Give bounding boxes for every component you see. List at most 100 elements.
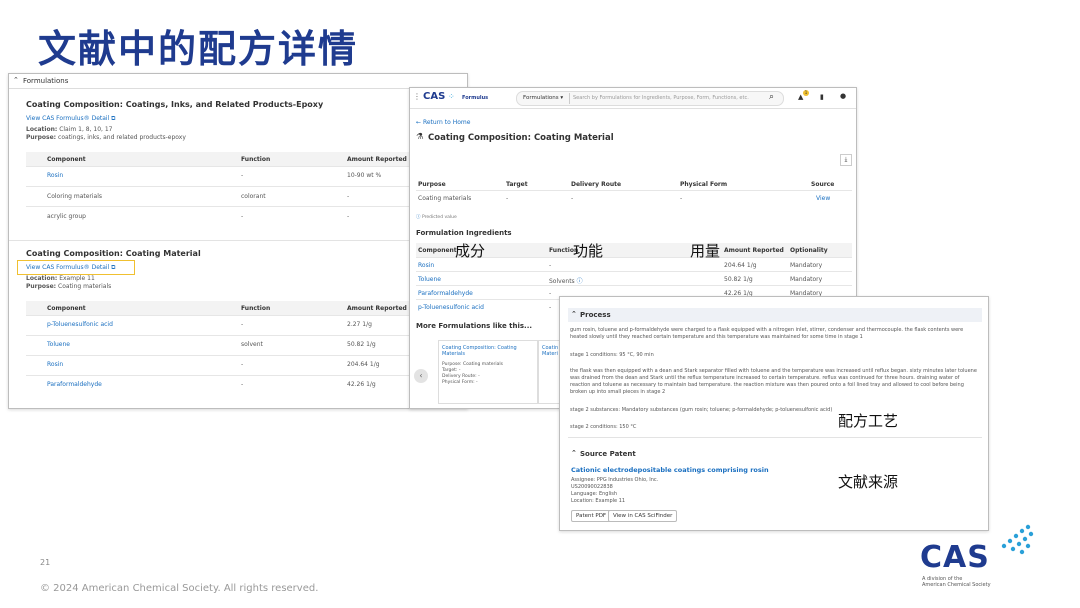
- function-cell: Solvents ⓘ: [549, 278, 583, 285]
- optionality-cell: Mandatory: [790, 262, 823, 269]
- card-title[interactable]: Coating Composition: Coating Materials: [442, 345, 532, 357]
- function-cell: -: [549, 290, 552, 297]
- info-icon[interactable]: ⓘ: [577, 278, 583, 285]
- amount-cell: -: [347, 213, 350, 220]
- table-header: Optionality: [790, 247, 828, 254]
- card-purpose: Purpose: Coating materials: [442, 362, 503, 367]
- purpose-label: Purpose:: [26, 283, 57, 290]
- card-target: Target: -: [442, 368, 461, 373]
- target-cell: -: [506, 195, 509, 202]
- table-header: Source: [811, 181, 835, 188]
- table-header: Component: [418, 247, 457, 254]
- amount-cell: 10-90 wt %: [347, 172, 382, 179]
- function-cell: -: [241, 381, 244, 388]
- patent-title-link[interactable]: Cationic electrodepositable coatings com…: [571, 466, 769, 474]
- table-header: Physical Form: [680, 181, 728, 188]
- card2-location: Example 11: [59, 275, 95, 282]
- card1-detail-link[interactable]: View CAS Formulus® Detail ⧉: [26, 115, 115, 123]
- component-link[interactable]: Paraformaldehyde: [47, 381, 102, 388]
- process-title: Process: [580, 311, 611, 319]
- table-header: Amount Reported: [347, 156, 407, 163]
- component-link[interactable]: Rosin: [418, 262, 434, 269]
- annotation-amount: 用量: [690, 242, 721, 260]
- chevron-up-icon: ⌃: [571, 310, 577, 318]
- table-header: Amount Reported: [347, 305, 407, 312]
- component-link[interactable]: Rosin: [47, 361, 63, 368]
- download-icon[interactable]: ⤓: [840, 154, 852, 166]
- component-link[interactable]: p-Toluenesulfonic acid: [418, 304, 484, 311]
- table-row: [416, 190, 852, 206]
- search-input[interactable]: Search by Formulations for Ingredients, …: [573, 95, 749, 101]
- function-cell: -: [241, 172, 244, 179]
- card1-table: Component Function Amount Reported Rosin…: [26, 152, 460, 224]
- view-in-scifinder-button[interactable]: View in CAS SciFinder: [608, 510, 678, 522]
- annotation-component: 成分: [455, 242, 486, 260]
- return-home-link[interactable]: ← Return to Home: [416, 119, 470, 126]
- source-section-header[interactable]: ⌃ Source Patent: [568, 447, 982, 461]
- function-cell: -: [241, 321, 244, 328]
- card1-location: Claim 1, 8, 10, 17: [59, 126, 113, 133]
- table-header: Function: [241, 156, 271, 163]
- table-header: Amount Reported: [724, 247, 784, 254]
- formulation-flask-icon: ⚗: [416, 132, 424, 142]
- component-link[interactable]: Toluene: [418, 276, 441, 283]
- card2-purpose: Coating materials: [58, 283, 112, 290]
- notification-badge: 1: [803, 90, 809, 96]
- brand-subtitle-2: American Chemical Society: [922, 582, 991, 588]
- external-link-icon: ⧉: [111, 115, 116, 122]
- table-header: Function: [241, 305, 271, 312]
- chevron-up-icon: ⌃: [571, 449, 577, 457]
- menu-icon[interactable]: ⋮: [413, 92, 421, 101]
- table-row: [416, 271, 852, 286]
- card1-title: Coating Composition: Coatings, Inks, and…: [26, 100, 324, 109]
- ingredients-title: Formulation Ingredients: [416, 229, 512, 237]
- bookmark-icon[interactable]: ▮: [820, 93, 824, 101]
- chevron-down-icon: ▾: [560, 95, 564, 101]
- detail-title: Coating Composition: Coating Material: [428, 133, 614, 143]
- amount-cell: 42.26 1/g: [347, 381, 376, 388]
- search-icon[interactable]: ⌕: [769, 92, 774, 102]
- amount-cell: -: [347, 193, 350, 200]
- component-cell: Coloring materials: [47, 193, 103, 200]
- user-icon[interactable]: ●: [840, 92, 846, 100]
- function-cell: solvent: [241, 341, 263, 348]
- process-section-header[interactable]: ⌃ Process: [568, 308, 982, 322]
- similar-formulation-card[interactable]: Coating Composition: Coating Materials P…: [438, 340, 538, 404]
- carousel-prev-button[interactable]: ‹: [414, 369, 428, 383]
- component-link[interactable]: p-Toluenesulfonic acid: [47, 321, 113, 328]
- search-scope-dropdown[interactable]: Formulations ▾: [523, 95, 563, 101]
- info-icon: ⓘ: [416, 215, 421, 220]
- location-label: Location:: [26, 275, 58, 282]
- cas-logo[interactable]: CAS: [423, 91, 445, 102]
- function-cell: -: [549, 262, 552, 269]
- form-cell: -: [680, 195, 683, 202]
- process-text-3: the flask was then equipped with a dean …: [570, 368, 977, 395]
- process-text-2: stage 1 conditions: 95 °C, 90 min: [570, 352, 654, 358]
- component-link[interactable]: Toluene: [47, 341, 70, 348]
- copyright: © 2024 American Chemical Society. All ri…: [40, 583, 319, 594]
- cas-dots-icon: ⁘: [448, 92, 455, 101]
- table-header: Delivery Route: [571, 181, 622, 188]
- process-text-1: gum rosin, toluene and p-formaldehyde we…: [570, 327, 964, 340]
- component-link[interactable]: Rosin: [47, 172, 63, 179]
- cas-dots-logo-icon: [1001, 524, 1034, 555]
- patent-pdf-button[interactable]: Patent PDF: [571, 510, 612, 522]
- card2-detail-link[interactable]: View CAS Formulus® Detail ⧉: [26, 264, 115, 272]
- table-header: Component: [47, 305, 86, 312]
- source-view-link[interactable]: View: [816, 195, 830, 202]
- component-cell: acrylic group: [47, 213, 86, 220]
- component-link[interactable]: Paraformaldehyde: [418, 290, 473, 297]
- patent-language: Language: English: [571, 491, 618, 497]
- process-text-5: stage 2 conditions: 150 °C: [570, 424, 637, 430]
- table-header: Purpose: [418, 181, 446, 188]
- collapse-icon[interactable]: ⌃: [13, 76, 19, 84]
- source-title: Source Patent: [580, 450, 636, 458]
- process-text-4: stage 2 substances: Mandatory substances…: [570, 407, 833, 413]
- card-route: Delivery Route: -: [442, 374, 480, 379]
- purpose-cell: Coating materials: [418, 195, 472, 202]
- search-bar[interactable]: Formulations ▾ Search by Formulations fo…: [516, 91, 784, 106]
- card1-purpose: coatings, inks, and related products-epo…: [58, 134, 186, 141]
- optionality-cell: Mandatory: [790, 276, 823, 283]
- annotation-process: 配方工艺: [838, 412, 899, 430]
- location-label: Location:: [26, 126, 58, 133]
